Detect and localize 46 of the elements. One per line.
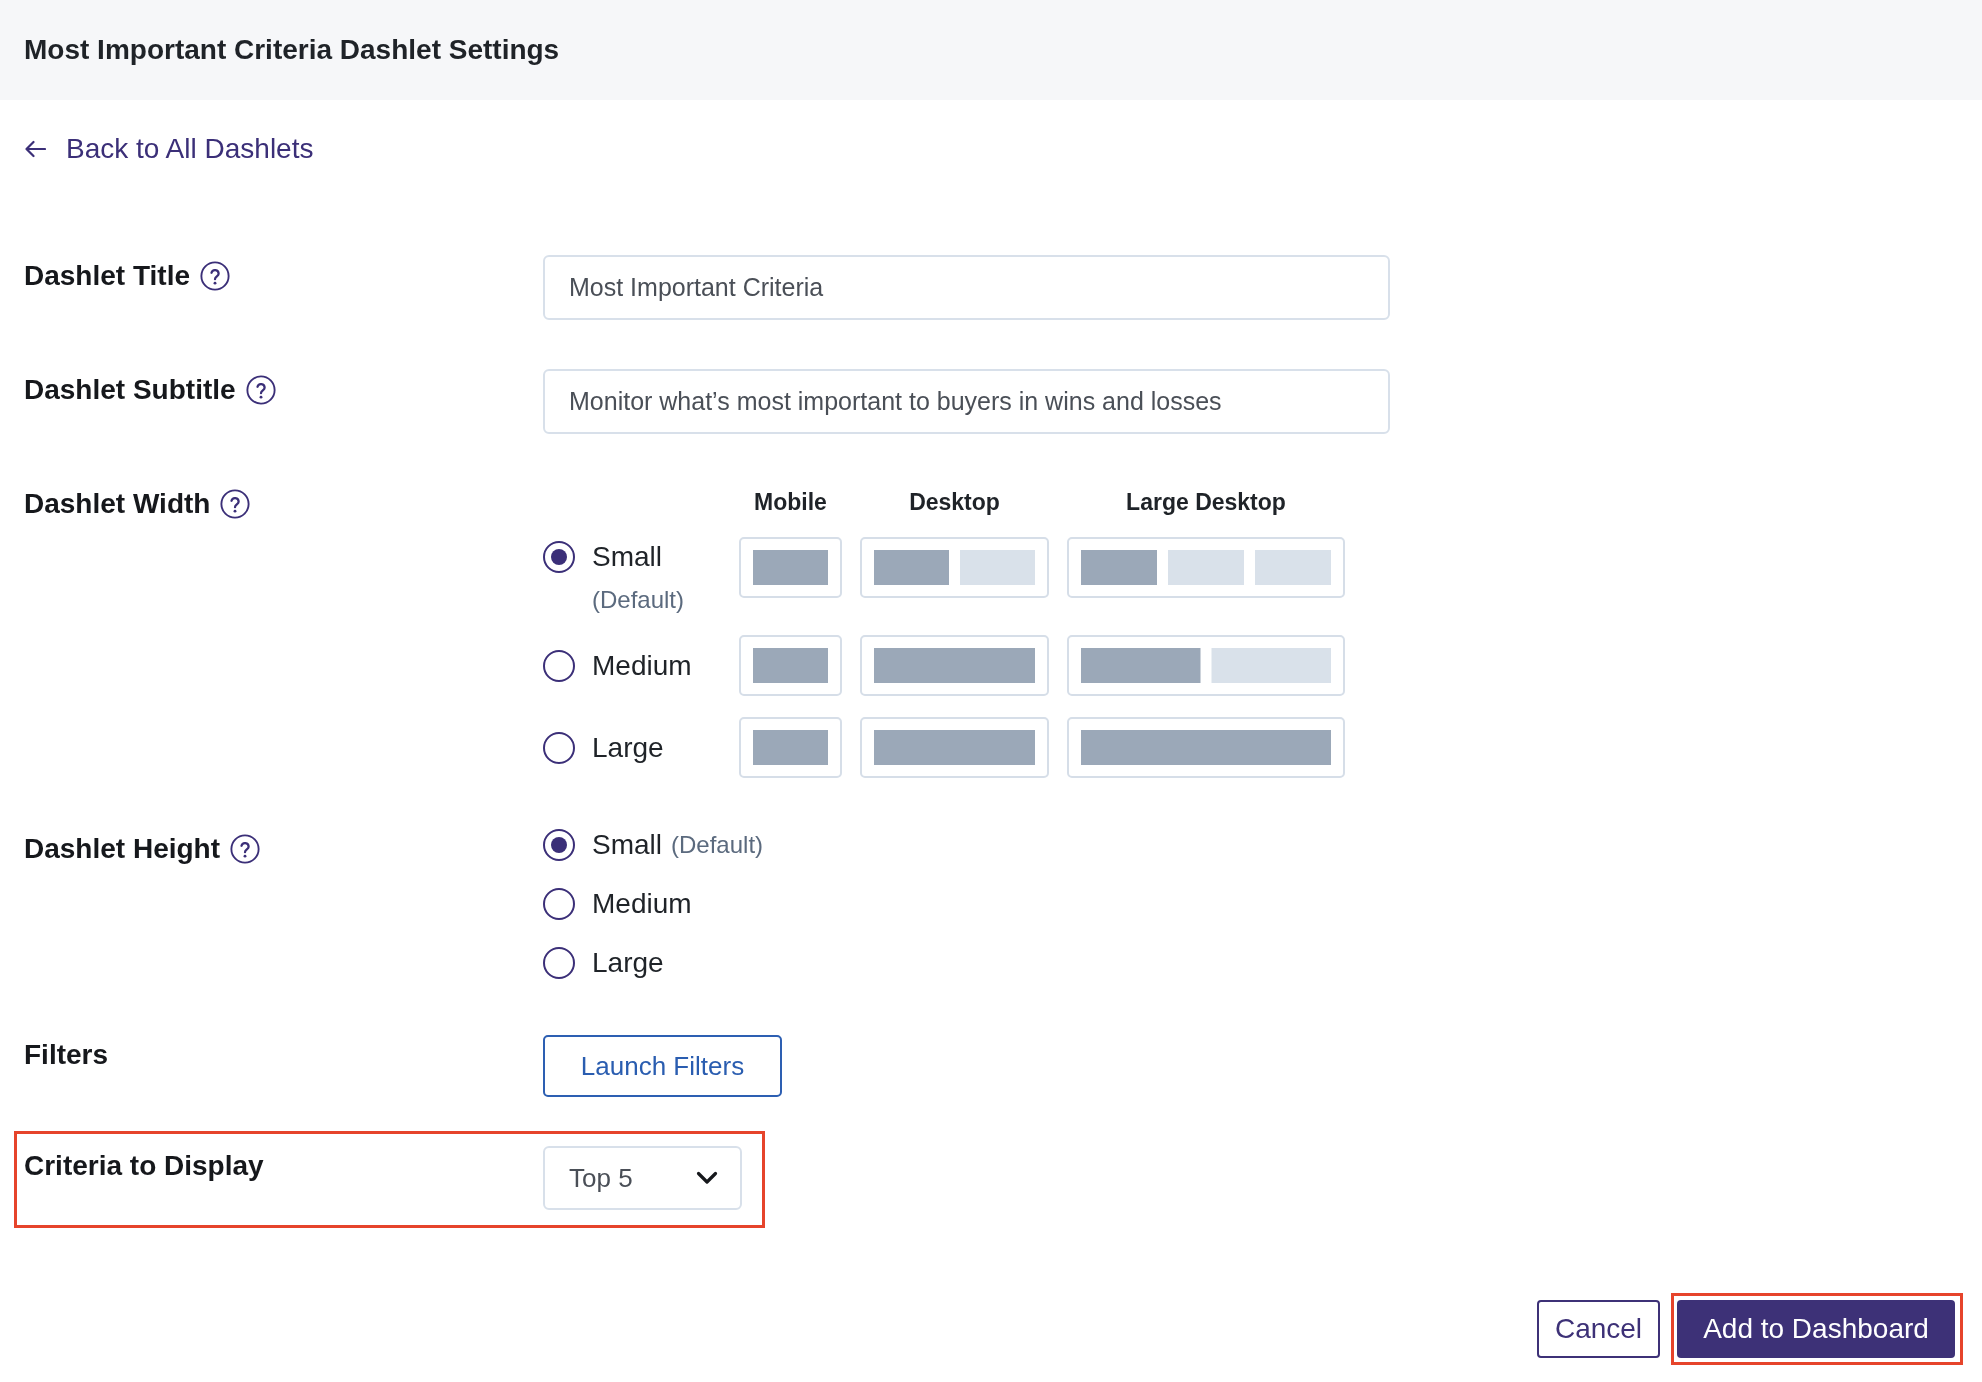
layout-thumbnail-icon — [860, 635, 1049, 696]
field-label: Dashlet Title — [24, 259, 190, 293]
layout-thumbnail-icon — [860, 717, 1049, 778]
field-label: Dashlet Height — [24, 832, 221, 866]
layout-thumbnail-icon — [739, 717, 842, 778]
layout-thumbnail-icon — [1067, 537, 1345, 598]
default-note: (Default) — [592, 586, 685, 614]
radio-button[interactable] — [543, 731, 575, 764]
radio-button[interactable] — [543, 947, 575, 979]
chevron-down-icon — [696, 1171, 718, 1185]
radio-label[interactable]: Small — [592, 540, 662, 574]
cancel-button[interactable]: Cancel — [1537, 1300, 1660, 1358]
field-label: Dashlet Width — [24, 487, 211, 521]
layout-thumbnail-icon — [1067, 717, 1345, 778]
help-icon[interactable] — [220, 489, 251, 519]
layout-thumbnail-icon — [739, 635, 842, 696]
radio-button[interactable] — [543, 888, 575, 920]
radio-button[interactable] — [543, 541, 575, 573]
layout-thumbnail-icon — [1067, 635, 1345, 696]
help-icon[interactable] — [200, 261, 230, 291]
radio-label[interactable]: Medium — [592, 648, 692, 683]
launch-filters-button[interactable]: Launch Filters — [543, 1035, 782, 1097]
help-icon[interactable] — [230, 834, 261, 864]
radio-label[interactable]: Large — [592, 946, 664, 980]
column-header: Mobile — [753, 488, 828, 517]
field-label: Criteria to Display — [24, 1149, 264, 1183]
column-header: Desktop — [908, 488, 1001, 517]
radio-label[interactable]: Small — [592, 828, 662, 862]
radio-button[interactable] — [543, 829, 575, 861]
help-icon[interactable] — [245, 375, 276, 405]
arrow-left-icon — [24, 140, 46, 158]
add-to-dashboard-button[interactable]: Add to Dashboard — [1677, 1300, 1955, 1358]
page-title: Most Important Criteria Dashlet Settings — [24, 33, 560, 67]
layout-thumbnail-icon — [860, 537, 1049, 598]
radio-label[interactable]: Medium — [592, 887, 692, 921]
criteria-select[interactable]: Top 5 — [543, 1146, 742, 1210]
back-link[interactable]: Back to All Dashlets — [24, 132, 314, 166]
radio-label[interactable]: Large — [592, 730, 664, 765]
radio-button[interactable] — [543, 649, 575, 682]
default-note: (Default) — [671, 830, 764, 860]
field-label: Filters — [24, 1038, 109, 1072]
text-input[interactable]: Most Important Criteria — [543, 255, 1390, 320]
field-label: Dashlet Subtitle — [24, 373, 236, 407]
layout-thumbnail-icon — [739, 537, 842, 598]
column-header: Large Desktop — [1125, 488, 1287, 517]
text-input[interactable]: Monitor what’s most important to buyers in wins and losses — [543, 369, 1390, 434]
